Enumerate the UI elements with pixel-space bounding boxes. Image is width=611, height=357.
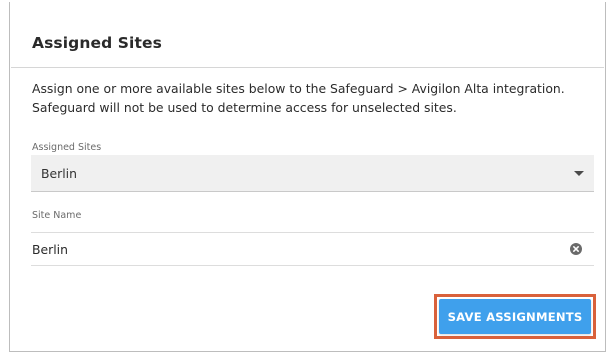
save-assignments-button[interactable]: SAVE ASSIGNMENTS — [439, 299, 591, 334]
card-title: Assigned Sites — [32, 34, 162, 52]
description-line-1: Assign one or more available sites below… — [32, 81, 565, 96]
assigned-sites-label: Assigned Sites — [32, 142, 102, 153]
assigned-sites-value: Berlin — [41, 166, 77, 181]
assigned-sites-select[interactable]: Berlin — [31, 155, 594, 192]
dialog-frame: Assigned Sites Assign one or more availa… — [9, 2, 606, 352]
title-divider — [11, 67, 604, 68]
chevron-down-icon[interactable] — [574, 171, 584, 176]
card-description: Assign one or more available sites below… — [32, 79, 592, 117]
site-name-label: Site Name — [32, 210, 82, 221]
site-name-value: Berlin — [32, 242, 68, 257]
site-name-field[interactable]: Berlin — [31, 232, 594, 266]
clear-icon[interactable] — [570, 243, 582, 255]
description-line-2: Safeguard will not be used to determine … — [32, 100, 457, 115]
assigned-sites-card: Assigned Sites Assign one or more availa… — [11, 2, 604, 351]
